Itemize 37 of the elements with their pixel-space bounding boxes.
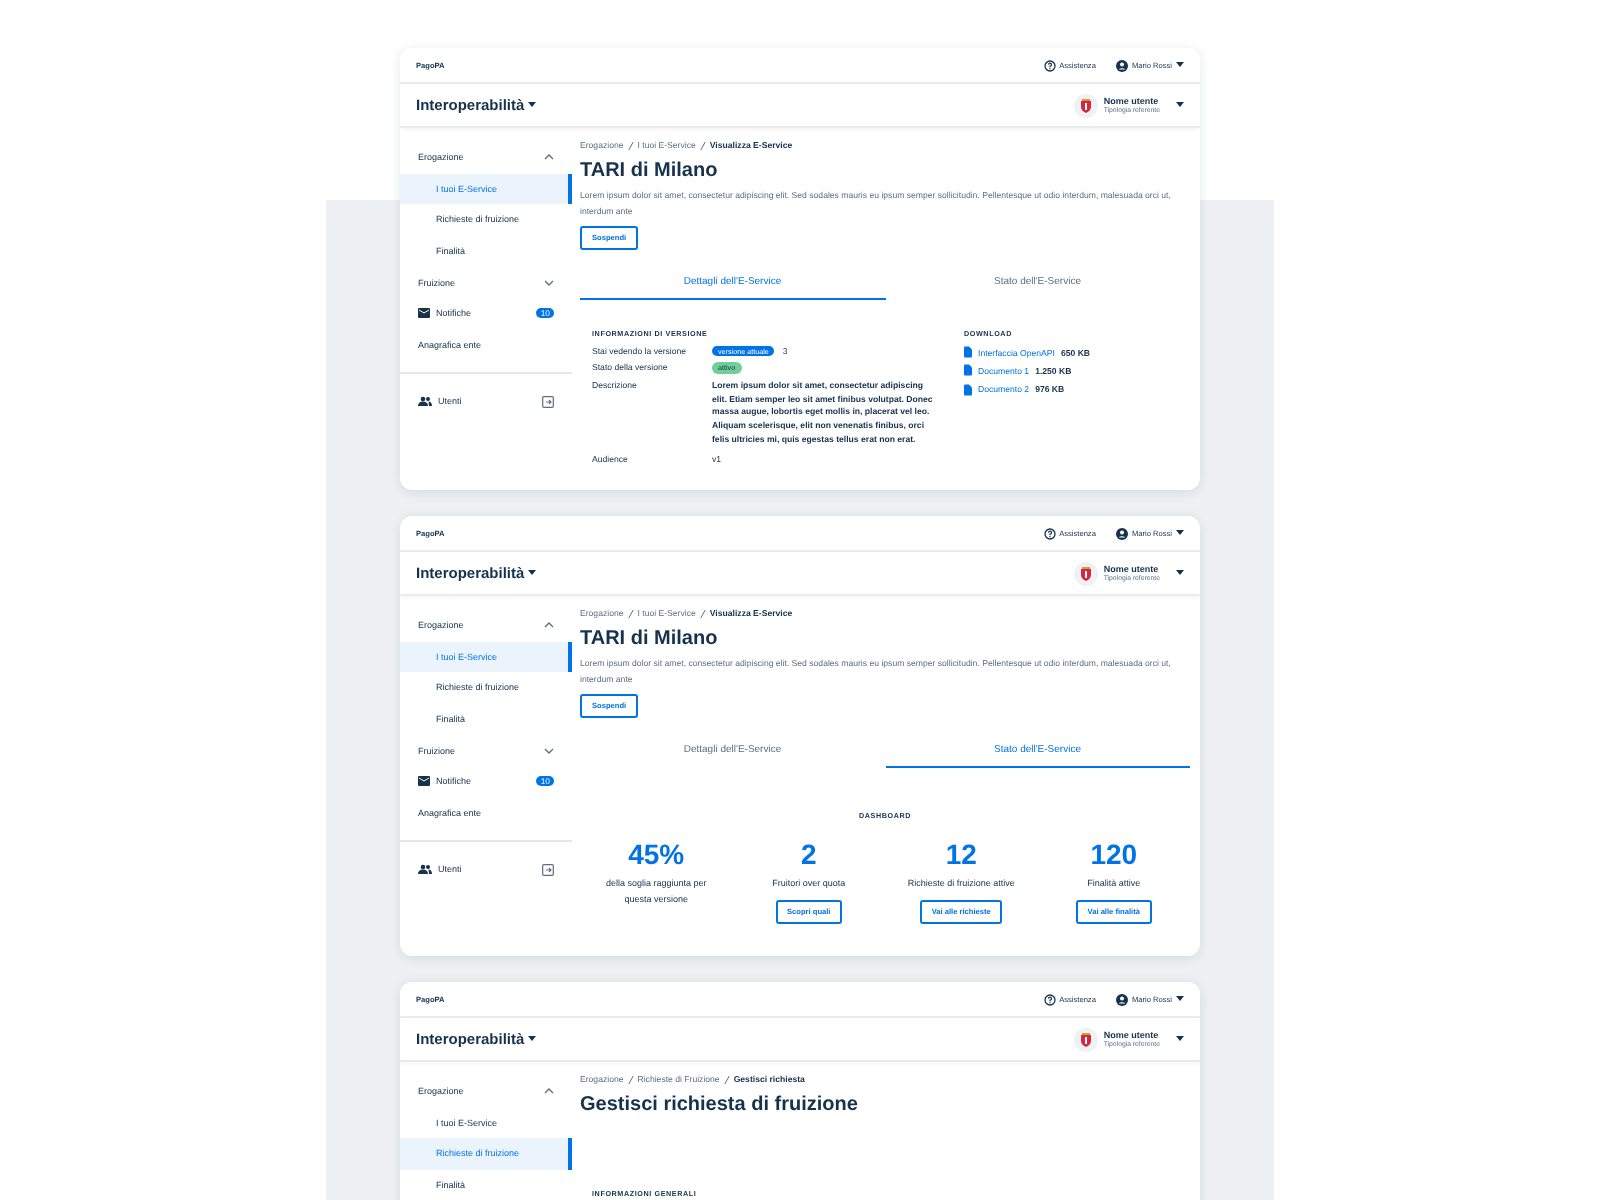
stat-value: 2 (800, 838, 817, 870)
caret-icon (1176, 62, 1184, 68)
caret-icon (528, 570, 537, 576)
envelope-icon (418, 308, 430, 319)
help-icon (1043, 59, 1056, 71)
slash-icon (627, 141, 634, 149)
user-icon (1115, 993, 1128, 1005)
caret-icon (1176, 1036, 1184, 1042)
users-icon (418, 396, 432, 407)
user-icon (1115, 59, 1128, 71)
exit-icon (542, 395, 554, 408)
caret-icon (528, 102, 537, 108)
help-icon (1043, 993, 1056, 1005)
caret-icon (1176, 102, 1184, 108)
user-icon (1115, 527, 1128, 539)
crest-icon (1073, 561, 1098, 585)
slash-icon (699, 609, 706, 617)
page-title: TARI di Milano (580, 160, 720, 182)
envelope-icon (418, 776, 430, 787)
slash-icon (723, 1075, 730, 1083)
crest-icon (1073, 1027, 1098, 1051)
users-icon (418, 864, 432, 875)
slash-icon (627, 609, 634, 617)
page-title: TARI di Milano (580, 628, 720, 650)
caret-icon (528, 1036, 537, 1042)
page-title: Gestisci richiesta di fruizione (580, 1094, 860, 1116)
caret-icon (1176, 996, 1184, 1002)
caret-icon (1176, 530, 1184, 536)
stat-value: 45% (628, 838, 685, 870)
slash-icon (699, 141, 706, 149)
slash-icon (627, 1075, 634, 1083)
stat-value: 12 (945, 838, 977, 870)
caret-icon (1176, 570, 1184, 576)
help-icon (1043, 527, 1056, 539)
stat-value: 120 (1090, 838, 1138, 870)
exit-icon (542, 863, 554, 876)
crest-icon (1073, 93, 1098, 117)
